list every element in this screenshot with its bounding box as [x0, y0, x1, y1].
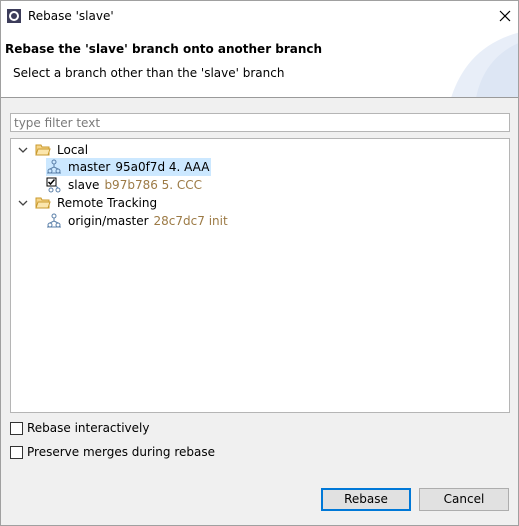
rebase-interactively-checkbox[interactable] — [10, 421, 23, 435]
tree-node-label: Local — [57, 143, 89, 157]
branch-name: master — [68, 160, 111, 174]
folder-open-icon — [35, 197, 51, 209]
branch-name: origin/master — [68, 214, 149, 228]
banner-subtitle: Select a branch other than the 'slave' b… — [13, 66, 285, 80]
branch-detail: b97b786 5. CCC — [104, 178, 203, 192]
dialog-banner: Rebase the 'slave' branch onto another b… — [1, 32, 518, 98]
window-title: Rebase 'slave' — [28, 9, 114, 23]
branch-icon — [47, 213, 61, 228]
branch-detail: 28c7dc7 init — [153, 214, 228, 228]
preserve-merges-option[interactable]: Preserve merges during rebase — [10, 445, 215, 459]
eclipse-app-icon — [7, 9, 21, 23]
close-icon[interactable] — [494, 5, 516, 27]
tree-item-origin-master[interactable]: origin/master 28c7dc7 init — [46, 212, 228, 230]
tree-item-master[interactable]: master 95a0f7d 4. AAA — [46, 158, 212, 176]
tree-node-label: Remote Tracking — [57, 196, 158, 210]
tree-node-remote-tracking[interactable]: Remote Tracking — [17, 194, 157, 212]
title-bar: Rebase 'slave' — [1, 1, 518, 32]
branch-icon — [47, 159, 61, 174]
selection-highlight[interactable]: master 95a0f7d 4. AAA — [46, 158, 212, 176]
chevron-down-icon[interactable] — [17, 144, 29, 156]
rebase-interactively-option[interactable]: Rebase interactively — [10, 421, 149, 435]
checked-out-branch-icon — [46, 177, 61, 193]
preserve-merges-checkbox[interactable] — [10, 445, 23, 459]
rebase-interactively-label: Rebase interactively — [27, 421, 150, 435]
branch-name: slave — [68, 178, 100, 192]
rebase-button[interactable]: Rebase — [321, 488, 411, 511]
chevron-down-icon[interactable] — [17, 197, 29, 209]
banner-title: Rebase the 'slave' branch onto another b… — [5, 42, 323, 56]
banner-decoration — [451, 32, 518, 97]
rebase-dialog: Rebase 'slave' Rebase the 'slave' branch… — [0, 0, 519, 526]
cancel-button[interactable]: Cancel — [419, 488, 509, 511]
preserve-merges-label: Preserve merges during rebase — [27, 445, 215, 459]
branch-detail: 95a0f7d 4. AAA — [115, 160, 210, 174]
tree-item-slave[interactable]: slave b97b786 5. CCC — [46, 176, 202, 194]
filter-input[interactable] — [10, 113, 510, 132]
branch-tree[interactable]: Local master 95a0f7d 4. AAA slave b97b78… — [10, 138, 510, 413]
folder-open-icon — [35, 144, 51, 156]
tree-node-local[interactable]: Local — [17, 141, 88, 159]
